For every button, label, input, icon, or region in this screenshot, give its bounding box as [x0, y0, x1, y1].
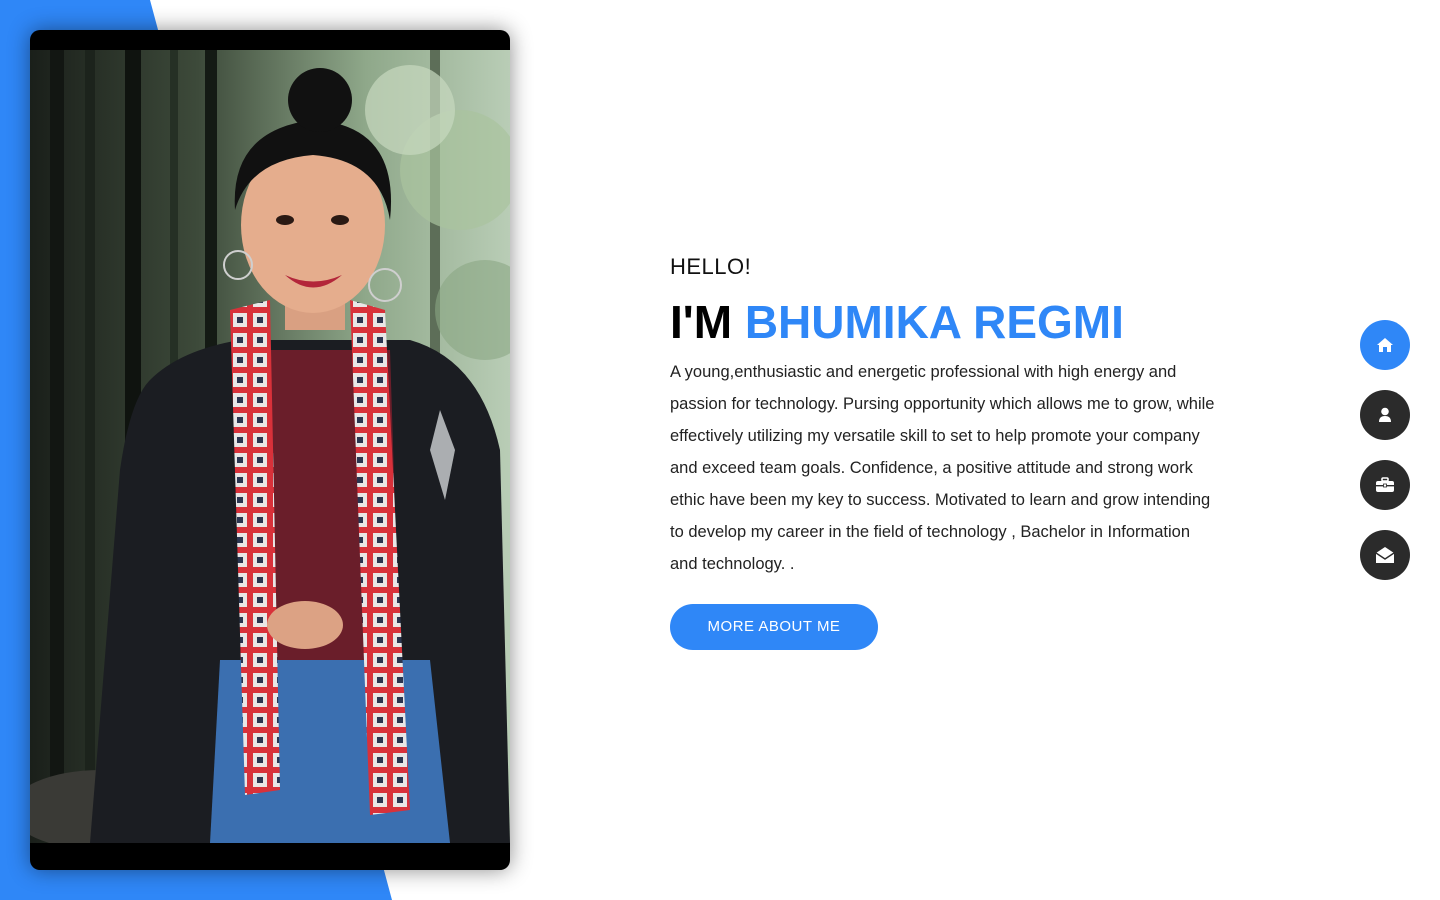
im-prefix: I'M	[670, 296, 733, 348]
hero-content: HELLO! I'M BHUMIKA REGMI A young,enthusi…	[670, 252, 1230, 650]
hero-headline: I'M BHUMIKA REGMI	[670, 294, 1230, 350]
nav-about-button[interactable]	[1360, 390, 1410, 440]
intro-paragraph: A young,enthusiastic and energetic profe…	[670, 363, 1215, 573]
profile-photo	[30, 50, 510, 843]
nav-portfolio-button[interactable]	[1360, 460, 1410, 510]
briefcase-icon	[1375, 477, 1395, 493]
side-navigation	[1360, 320, 1410, 600]
profile-photo-frame	[30, 30, 510, 870]
more-about-me-button[interactable]: MORE ABOUT ME	[670, 604, 878, 650]
nav-home-button[interactable]	[1360, 320, 1410, 370]
nav-contact-button[interactable]	[1360, 530, 1410, 580]
profile-photo-illustration	[30, 50, 510, 843]
home-page: HELLO! I'M BHUMIKA REGMI A young,enthusi…	[0, 0, 1440, 900]
user-icon	[1378, 407, 1392, 423]
envelope-open-icon	[1375, 546, 1395, 564]
greeting-text: HELLO!	[670, 254, 752, 279]
home-icon	[1376, 337, 1394, 353]
hero-name: BHUMIKA REGMI	[744, 296, 1124, 348]
